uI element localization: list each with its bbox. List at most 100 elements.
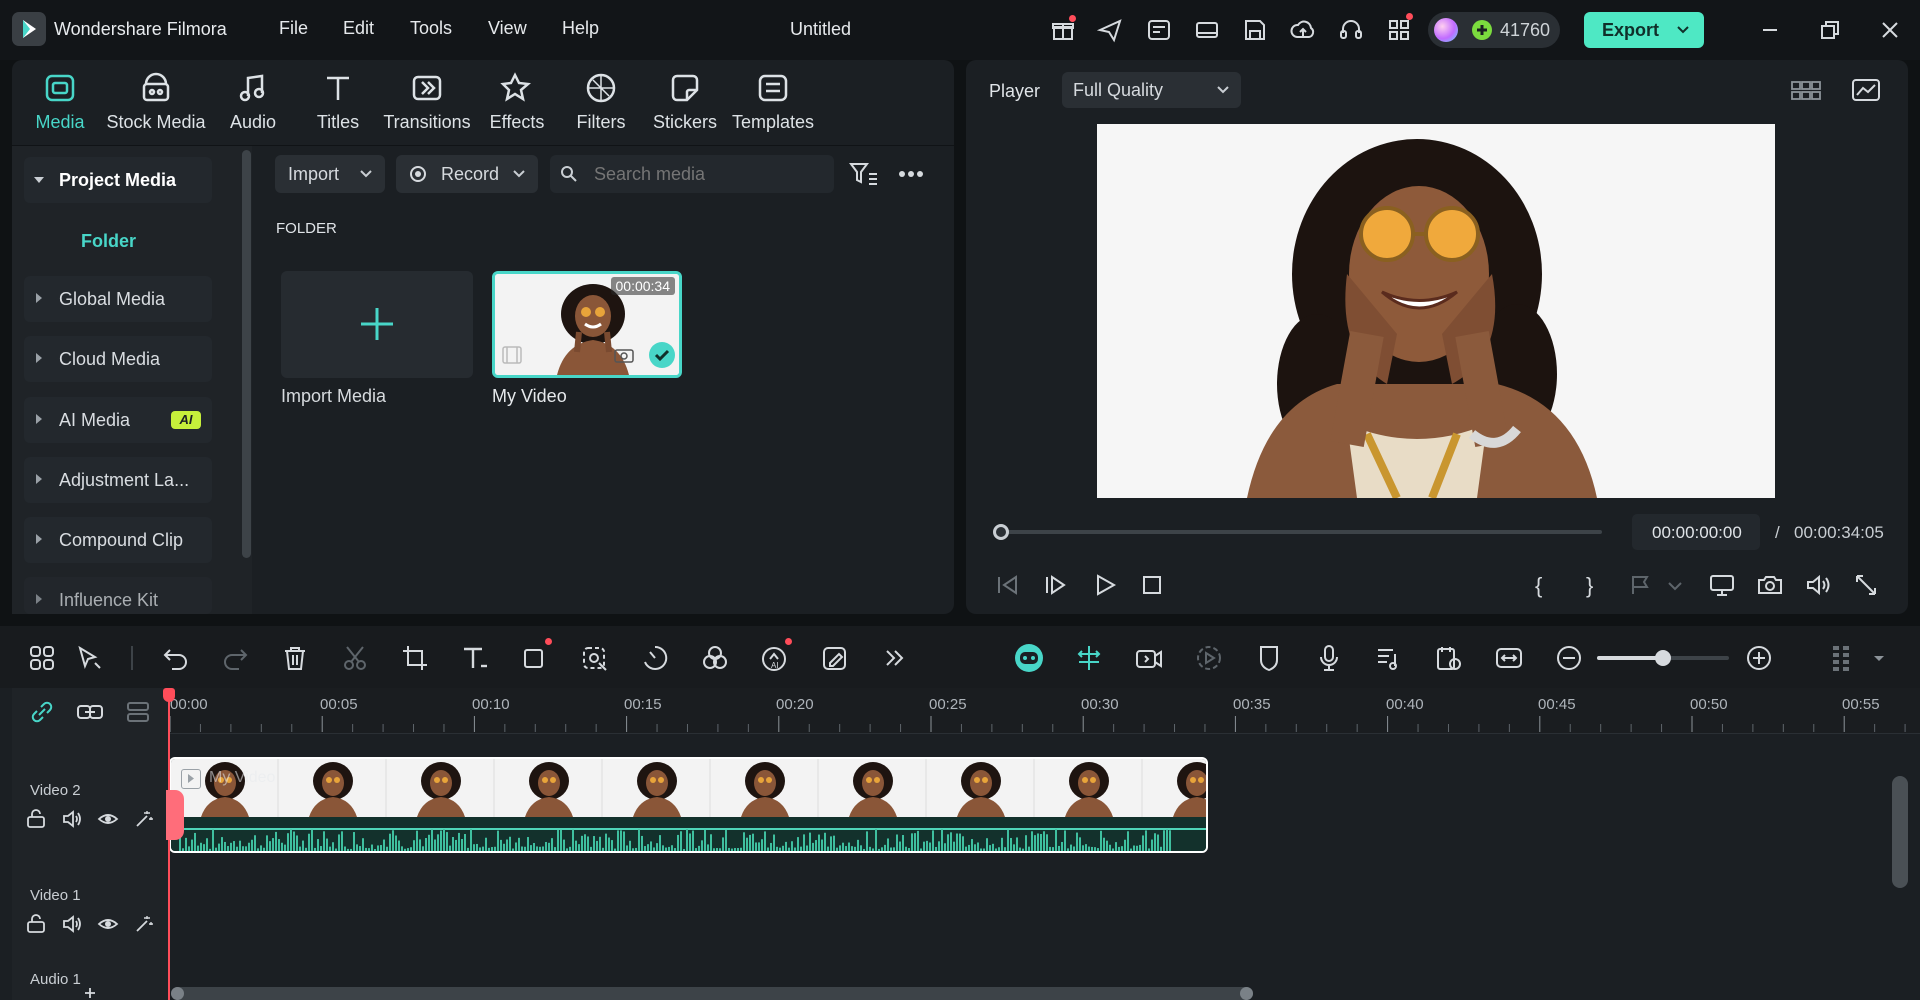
zoom-in-icon[interactable] (1743, 642, 1775, 674)
media-clip-thumbnail[interactable]: 00:00:34 (492, 271, 682, 378)
lock-icon[interactable] (25, 913, 47, 935)
current-time-box[interactable]: 00:00:00:00 (1632, 514, 1760, 550)
search-media-field[interactable] (550, 155, 834, 193)
headset-icon[interactable] (1337, 16, 1365, 44)
player-scrubber-track[interactable] (1001, 530, 1602, 534)
add-track-plus-icon[interactable] (83, 986, 97, 1000)
speaker-icon[interactable] (61, 808, 83, 830)
track-settings-icon[interactable] (1433, 642, 1465, 674)
record-dropdown[interactable]: Record (396, 155, 538, 193)
split-scissors-icon[interactable] (339, 642, 371, 674)
text-tool-icon[interactable] (459, 642, 491, 674)
sidebar-item-global-media[interactable]: Global Media (24, 276, 212, 322)
audio-mixer-icon[interactable] (1373, 642, 1405, 674)
zoom-out-icon[interactable] (1553, 642, 1585, 674)
undo-icon[interactable] (160, 642, 192, 674)
menu-file[interactable]: File (279, 18, 308, 39)
eye-icon[interactable] (97, 808, 119, 830)
account-credits[interactable]: 41760 (1428, 12, 1560, 48)
microphone-icon[interactable] (1313, 642, 1345, 674)
search-input[interactable] (594, 161, 820, 187)
quality-dropdown[interactable]: Full Quality (1062, 72, 1241, 108)
sidebar-item-ai-media[interactable]: AI Media AI (24, 397, 212, 443)
sidebar-item-compound-clip[interactable]: Compound Clip (24, 517, 212, 563)
grid-view-icon[interactable] (1790, 78, 1822, 102)
restore-icon[interactable] (1816, 16, 1844, 44)
magic-wand-icon[interactable] (133, 808, 155, 830)
import-dropdown[interactable]: Import (275, 155, 385, 193)
marker-icon[interactable] (1625, 570, 1655, 600)
sidebar-item-project-media[interactable]: Project Media (24, 157, 212, 203)
player-scrubber-handle[interactable] (993, 524, 1009, 540)
snapshot-camera-icon[interactable] (1755, 570, 1785, 600)
send-icon[interactable] (1096, 16, 1124, 44)
mark-out-icon[interactable]: } (1576, 570, 1606, 600)
ai-copilot-icon[interactable] (1013, 642, 1045, 674)
close-icon[interactable] (1876, 16, 1904, 44)
auto-snap-icon[interactable] (1073, 642, 1105, 674)
sidebar-item-folder[interactable]: Folder (81, 231, 136, 252)
previous-frame-icon[interactable] (992, 570, 1022, 600)
tab-stock-media[interactable]: Stock Media (106, 70, 206, 133)
menu-help[interactable]: Help (562, 18, 599, 39)
apps-grid-icon[interactable] (1385, 16, 1413, 44)
track-height-icon[interactable] (1825, 642, 1857, 674)
delete-trash-icon[interactable] (279, 642, 311, 674)
tab-transitions[interactable]: Transitions (377, 70, 477, 133)
mark-in-icon[interactable]: { (1527, 570, 1557, 600)
tab-stickers[interactable]: Stickers (635, 70, 735, 133)
timeline-horizontal-scrollbar[interactable] (171, 987, 1253, 1000)
timeline-vertical-scrollbar[interactable] (1892, 776, 1908, 888)
ai-edit-icon[interactable] (819, 642, 851, 674)
sidebar-item-cloud-media[interactable]: Cloud Media (24, 336, 212, 382)
eye-icon[interactable] (97, 913, 119, 935)
display-settings-icon[interactable] (1707, 570, 1737, 600)
link-icon[interactable] (28, 698, 56, 726)
chevron-down-icon[interactable] (1867, 642, 1899, 674)
add-track-icon[interactable] (124, 698, 152, 726)
tab-media[interactable]: Media (10, 70, 110, 133)
zoom-slider-handle[interactable] (1655, 650, 1671, 666)
shield-icon[interactable] (1253, 642, 1285, 674)
render-preview-icon[interactable] (1193, 642, 1225, 674)
menu-view[interactable]: View (488, 18, 527, 39)
play-icon[interactable] (1090, 570, 1120, 600)
next-frame-icon[interactable] (1041, 570, 1071, 600)
task-icon[interactable] (1145, 16, 1173, 44)
tab-templates[interactable]: Templates (723, 70, 823, 133)
sidebar-scrollbar[interactable] (242, 150, 251, 558)
filter-sort-icon[interactable] (849, 161, 879, 187)
more-tools-chevron-icon[interactable] (879, 642, 911, 674)
fullscreen-icon[interactable] (1851, 570, 1881, 600)
display-icon[interactable] (1193, 16, 1221, 44)
timeline-video-clip[interactable]: My Video (169, 757, 1208, 853)
fit-timeline-icon[interactable] (1493, 642, 1525, 674)
tab-titles[interactable]: Titles (288, 70, 388, 133)
cloud-upload-icon[interactable] (1289, 16, 1317, 44)
ai-video-icon[interactable] (1133, 642, 1165, 674)
playhead-handle[interactable] (163, 688, 175, 702)
image-compare-icon[interactable] (1851, 77, 1881, 103)
menu-edit[interactable]: Edit (343, 18, 374, 39)
sidebar-item-influence-kit[interactable]: Influence Kit (24, 577, 212, 614)
ai-audio-icon[interactable]: AI (759, 642, 791, 674)
save-icon[interactable] (1241, 16, 1269, 44)
speaker-icon[interactable] (61, 913, 83, 935)
select-cursor-icon[interactable] (73, 642, 105, 674)
lock-icon[interactable] (25, 808, 47, 830)
chevron-down-icon[interactable] (1660, 570, 1690, 600)
redo-icon[interactable] (219, 642, 251, 674)
ai-cutout-icon[interactable] (579, 642, 611, 674)
import-media-tile[interactable] (281, 271, 473, 378)
crop-icon[interactable] (399, 642, 431, 674)
color-icon[interactable] (699, 642, 731, 674)
menu-tools[interactable]: Tools (410, 18, 452, 39)
more-options-icon[interactable] (898, 170, 924, 178)
stop-icon[interactable] (1137, 570, 1167, 600)
sidebar-item-adjustment-layer[interactable]: Adjustment La... (24, 457, 212, 503)
export-button[interactable]: Export (1584, 12, 1704, 48)
video-preview[interactable] (1097, 124, 1775, 498)
speed-icon[interactable] (639, 642, 671, 674)
magic-wand-icon[interactable] (133, 913, 155, 935)
minimize-icon[interactable] (1756, 16, 1784, 44)
